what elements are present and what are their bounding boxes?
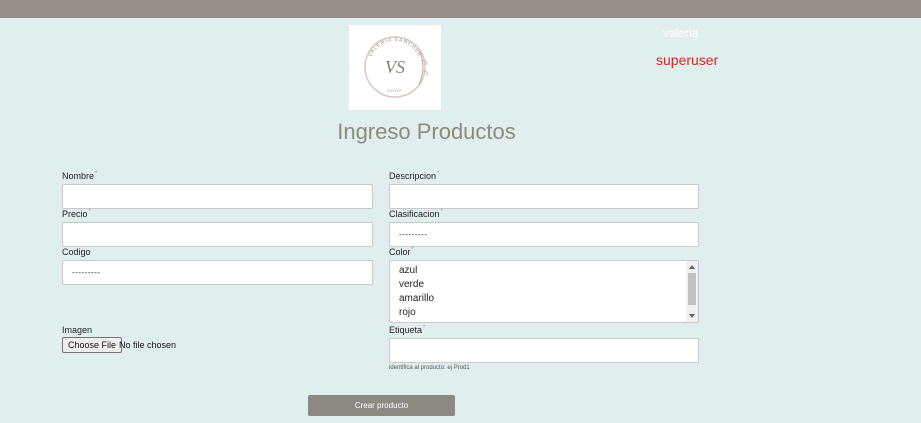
descripcion-label-text: Descripcion (389, 171, 437, 181)
svg-text:VALERIA SANCHEZ: VALERIA SANCHEZ (367, 37, 422, 58)
clasificacion-label: Clasificacion* (389, 209, 443, 219)
color-listbox-scrollbar[interactable] (686, 261, 698, 322)
color-option-azul[interactable]: azul (399, 265, 417, 276)
clasificacion-label-text: Clasificacion (389, 209, 440, 219)
imagen-label: Imagen (62, 325, 92, 335)
codigo-selected-value: --------- (72, 268, 101, 277)
etiqueta-help-text: identifica al producto: ej Prod1 (389, 365, 470, 371)
descripcion-label: Descripcion* (389, 171, 439, 181)
color-option-rojo[interactable]: rojo (399, 307, 416, 318)
etiqueta-input[interactable] (389, 338, 699, 363)
codigo-label: Codigo (62, 247, 91, 257)
page-title: Ingreso Productos (337, 119, 516, 144)
required-mark: * (95, 171, 98, 177)
scroll-thumb[interactable] (688, 273, 696, 305)
nombre-label: Nombre* (62, 171, 97, 181)
scroll-up-icon[interactable] (689, 265, 695, 269)
scroll-down-icon[interactable] (689, 314, 695, 318)
nombre-input[interactable] (62, 184, 373, 209)
required-mark: * (88, 209, 91, 215)
required-mark: * (411, 247, 414, 253)
precio-label-text: Precio (62, 209, 88, 219)
color-label-text: Color (389, 247, 411, 257)
etiqueta-label: Etiqueta* (389, 325, 425, 335)
precio-label: Precio* (62, 209, 91, 219)
codigo-select[interactable]: --------- (62, 260, 373, 285)
required-mark: * (437, 171, 440, 177)
nombre-label-text: Nombre (62, 171, 95, 181)
file-status: No file chosen (119, 340, 177, 350)
user-name[interactable]: valeria (663, 26, 698, 40)
required-mark: * (423, 325, 426, 331)
color-label: Color* (389, 247, 414, 257)
required-mark: * (440, 209, 443, 215)
imagen-label-text: Imagen (62, 325, 93, 335)
codigo-label-text: Codigo (62, 247, 91, 257)
clasificacion-select[interactable]: --------- (389, 222, 699, 247)
choose-file-button[interactable]: Choose File (62, 337, 123, 353)
logo-monogram: VS (385, 57, 405, 77)
color-option-verde[interactable]: verde (399, 279, 424, 290)
create-product-button[interactable]: Crear producto (308, 395, 455, 416)
color-option-amarillo[interactable]: amarillo (399, 293, 434, 304)
color-listbox[interactable]: azul verde amarillo rojo (389, 260, 699, 323)
top-bar (0, 0, 921, 18)
etiqueta-label-text: Etiqueta (389, 325, 423, 335)
shop-logo: VALERIA SANCHEZ VS SHOP (349, 25, 441, 110)
user-role[interactable]: superuser (656, 52, 718, 68)
logo-bottom-text: SHOP (387, 88, 402, 93)
descripcion-input[interactable] (389, 184, 699, 209)
clasificacion-selected-value: --------- (399, 230, 428, 239)
logo-arc-text: VALERIA SANCHEZ (367, 37, 421, 58)
precio-input[interactable] (62, 222, 373, 247)
